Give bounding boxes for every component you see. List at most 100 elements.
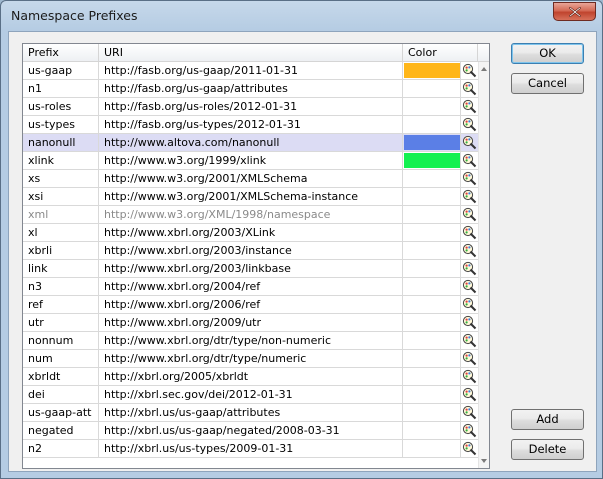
scroll-up-icon[interactable] (481, 67, 487, 71)
color-cell[interactable] (403, 188, 461, 205)
color-picker-button[interactable] (461, 134, 478, 151)
table-row[interactable]: us-types http://fasb.org/us-types/2012-01… (23, 116, 478, 134)
prefix-cell[interactable]: xbrldt (23, 368, 99, 385)
prefix-cell[interactable]: us-types (23, 116, 99, 133)
uri-cell[interactable]: http://www.altova.com/nanonull (99, 134, 403, 151)
uri-cell[interactable]: http://xbrl.sec.gov/dei/2012-01-31 (99, 386, 403, 403)
color-cell[interactable] (403, 242, 461, 259)
color-cell[interactable] (403, 152, 461, 169)
uri-cell[interactable]: http://www.w3.org/2001/XMLSchema-instanc… (99, 188, 403, 205)
close-button[interactable] (553, 2, 596, 21)
color-picker-button[interactable] (461, 404, 478, 421)
table-row[interactable]: us-roles http://fasb.org/us-roles/2012-01… (23, 98, 478, 116)
color-picker-button[interactable] (461, 350, 478, 367)
color-picker-button[interactable] (461, 170, 478, 187)
table-row[interactable]: negated http://xbrl.us/us-gaap/negated/20… (23, 422, 478, 440)
prefix-cell[interactable]: us-gaap-att (23, 404, 99, 421)
color-cell[interactable] (403, 116, 461, 133)
column-header-uri[interactable]: URI (99, 44, 403, 61)
table-row[interactable]: xlink http://www.w3.org/1999/xlink (23, 152, 478, 170)
prefix-cell[interactable]: negated (23, 422, 99, 439)
column-header-prefix[interactable]: Prefix (23, 44, 99, 61)
table-row[interactable]: xbrldt http://xbrl.org/2005/xbrldt (23, 368, 478, 386)
prefix-cell[interactable]: num (23, 350, 99, 367)
table-row[interactable]: us-gaap-att http://xbrl.us/us-gaap/attrib… (23, 404, 478, 422)
uri-cell[interactable]: http://fasb.org/us-types/2012-01-31 (99, 116, 403, 133)
color-cell[interactable] (403, 440, 461, 457)
prefix-cell[interactable]: link (23, 260, 99, 277)
color-cell[interactable] (403, 350, 461, 367)
table-row[interactable]: nanonull http://www.altova.com/nanonull (23, 134, 478, 152)
ok-button[interactable]: OK (511, 43, 584, 64)
color-cell[interactable] (403, 224, 461, 241)
prefix-cell[interactable]: utr (23, 314, 99, 331)
cancel-button[interactable]: Cancel (511, 73, 584, 94)
prefix-cell[interactable]: xs (23, 170, 99, 187)
table-row[interactable]: xsi http://www.w3.org/2001/XMLSchema-inst… (23, 188, 478, 206)
table-row[interactable]: xml http://www.w3.org/XML/1998/namespace (23, 206, 478, 224)
prefix-cell[interactable]: n3 (23, 278, 99, 295)
uri-cell[interactable]: http://www.w3.org/2001/XMLSchema (99, 170, 403, 187)
uri-cell[interactable]: http://xbrl.us/us-types/2009-01-31 (99, 440, 403, 457)
uri-cell[interactable]: http://fasb.org/us-gaap/2011-01-31 (99, 62, 403, 79)
uri-cell[interactable]: http://www.xbrl.org/2003/instance (99, 242, 403, 259)
color-cell[interactable] (403, 404, 461, 421)
color-cell[interactable] (403, 278, 461, 295)
table-row[interactable]: link http://www.xbrl.org/2003/linkbase (23, 260, 478, 278)
color-picker-button[interactable] (461, 224, 478, 241)
title-bar[interactable]: Namespace Prefixes (1, 1, 602, 31)
prefix-cell[interactable]: n2 (23, 440, 99, 457)
prefix-cell[interactable]: dei (23, 386, 99, 403)
color-cell[interactable] (403, 170, 461, 187)
table-row[interactable]: n1 http://fasb.org/us-gaap/attributes (23, 80, 478, 98)
table-row[interactable]: utr http://www.xbrl.org/2009/utr (23, 314, 478, 332)
uri-cell[interactable]: http://www.xbrl.org/2003/XLink (99, 224, 403, 241)
table-row[interactable]: us-gaap http://fasb.org/us-gaap/2011-01-3… (23, 62, 478, 80)
color-picker-button[interactable] (461, 386, 478, 403)
color-cell[interactable] (403, 98, 461, 115)
color-cell[interactable] (403, 296, 461, 313)
vertical-scrollbar[interactable] (478, 62, 489, 468)
uri-cell[interactable]: http://www.xbrl.org/2004/ref (99, 278, 403, 295)
table-row[interactable]: xbrli http://www.xbrl.org/2003/instance (23, 242, 478, 260)
color-cell[interactable] (403, 332, 461, 349)
table-row[interactable]: xs http://www.w3.org/2001/XMLSchema (23, 170, 478, 188)
color-picker-button[interactable] (461, 332, 478, 349)
prefix-cell[interactable]: xsi (23, 188, 99, 205)
uri-cell[interactable]: http://xbrl.us/us-gaap/attributes (99, 404, 403, 421)
uri-cell[interactable]: http://xbrl.us/us-gaap/negated/2008-03-3… (99, 422, 403, 439)
color-cell[interactable] (403, 260, 461, 277)
delete-button[interactable]: Delete (511, 439, 584, 460)
color-cell[interactable] (403, 206, 461, 223)
color-picker-button[interactable] (461, 260, 478, 277)
prefix-cell[interactable]: ref (23, 296, 99, 313)
color-picker-button[interactable] (461, 62, 478, 79)
prefix-cell[interactable]: xbrli (23, 242, 99, 259)
color-picker-button[interactable] (461, 278, 478, 295)
color-picker-button[interactable] (461, 440, 478, 457)
uri-cell[interactable]: http://fasb.org/us-gaap/attributes (99, 80, 403, 97)
table-row[interactable]: n3 http://www.xbrl.org/2004/ref (23, 278, 478, 296)
table-row[interactable]: xl http://www.xbrl.org/2003/XLink (23, 224, 478, 242)
color-picker-button[interactable] (461, 152, 478, 169)
table-row[interactable]: nonnum http://www.xbrl.org/dtr/type/non-n… (23, 332, 478, 350)
color-picker-button[interactable] (461, 206, 478, 223)
uri-cell[interactable]: http://www.xbrl.org/2003/linkbase (99, 260, 403, 277)
color-picker-button[interactable] (461, 116, 478, 133)
prefix-cell[interactable]: us-roles (23, 98, 99, 115)
prefix-cell[interactable]: us-gaap (23, 62, 99, 79)
color-picker-button[interactable] (461, 368, 478, 385)
uri-cell[interactable]: http://www.xbrl.org/dtr/type/numeric (99, 350, 403, 367)
prefix-cell[interactable]: nonnum (23, 332, 99, 349)
color-picker-button[interactable] (461, 80, 478, 97)
color-cell[interactable] (403, 80, 461, 97)
uri-cell[interactable]: http://www.w3.org/XML/1998/namespace (99, 206, 403, 223)
uri-cell[interactable]: http://www.w3.org/1999/xlink (99, 152, 403, 169)
color-picker-button[interactable] (461, 242, 478, 259)
uri-cell[interactable]: http://www.xbrl.org/dtr/type/non-numeric (99, 332, 403, 349)
add-button[interactable]: Add (511, 409, 584, 430)
uri-cell[interactable]: http://www.xbrl.org/2009/utr (99, 314, 403, 331)
color-picker-button[interactable] (461, 188, 478, 205)
color-cell[interactable] (403, 368, 461, 385)
scroll-down-icon[interactable] (481, 459, 487, 463)
